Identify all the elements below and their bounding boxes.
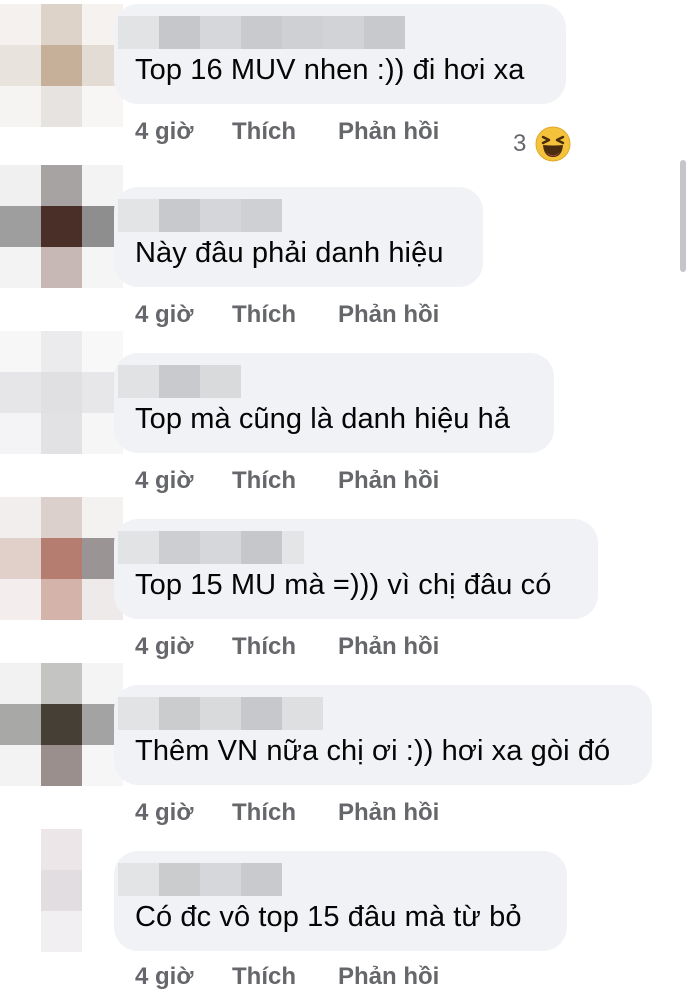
avatar[interactable] bbox=[0, 165, 123, 288]
avatar[interactable] bbox=[0, 4, 123, 127]
like-button[interactable]: Thích bbox=[232, 461, 296, 501]
reply-button[interactable]: Phản hồi bbox=[338, 461, 439, 501]
comment-bubble: Top 16 MUV nhen :)) đi hơi xa bbox=[114, 4, 566, 104]
comment-text: Có đc vô top 15 đâu mà từ bỏ bbox=[135, 901, 522, 933]
reaction-count: 3 bbox=[513, 130, 527, 157]
comment-time[interactable]: 4 giờ bbox=[135, 627, 193, 667]
reply-button[interactable]: Phản hồi bbox=[338, 793, 439, 833]
comment-bubble: Có đc vô top 15 đâu mà từ bỏ bbox=[114, 851, 567, 951]
haha-emoji-icon bbox=[535, 126, 571, 162]
avatar[interactable] bbox=[0, 829, 123, 952]
comment-text: Top mà cũng là danh hiệu hả bbox=[135, 403, 511, 435]
like-button[interactable]: Thích bbox=[232, 957, 296, 997]
commenter-name[interactable] bbox=[118, 863, 282, 896]
like-button[interactable]: Thích bbox=[232, 295, 296, 335]
comment-time[interactable]: 4 giờ bbox=[135, 957, 193, 997]
comment-text: Thêm VN nữa chị ơi :)) hơi xa gòi đó bbox=[135, 735, 611, 767]
comment-text: Top 15 MU mà =))) vì chị đâu có bbox=[135, 569, 552, 601]
reply-button[interactable]: Phản hồi bbox=[338, 295, 439, 335]
reply-button[interactable]: Phản hồi bbox=[338, 957, 439, 997]
like-button[interactable]: Thích bbox=[232, 112, 296, 152]
commenter-name[interactable] bbox=[118, 365, 241, 398]
commenter-name[interactable] bbox=[118, 697, 323, 730]
comment-time[interactable]: 4 giờ bbox=[135, 112, 193, 152]
comment-item: Thêm VN nữa chị ơi :)) hơi xa gòi đó 4 g… bbox=[0, 663, 689, 829]
comment-item: Top 15 MU mà =))) vì chị đâu có 4 giờ Th… bbox=[0, 497, 689, 663]
comment-time[interactable]: 4 giờ bbox=[135, 295, 193, 335]
comment-text: Này đâu phải danh hiệu bbox=[135, 237, 444, 269]
reply-button[interactable]: Phản hồi bbox=[338, 627, 439, 667]
commenter-name[interactable] bbox=[118, 199, 282, 232]
comment-time[interactable]: 4 giờ bbox=[135, 793, 193, 833]
comment-item: Này đâu phải danh hiệu 4 giờ Thích Phản … bbox=[0, 165, 689, 331]
commenter-name[interactable] bbox=[118, 16, 405, 49]
avatar[interactable] bbox=[0, 331, 123, 454]
like-button[interactable]: Thích bbox=[232, 793, 296, 833]
comment-time[interactable]: 4 giờ bbox=[135, 461, 193, 501]
scrollbar[interactable] bbox=[680, 160, 686, 272]
commenter-name[interactable] bbox=[118, 531, 304, 564]
comment-bubble: Này đâu phải danh hiệu bbox=[114, 187, 483, 287]
like-button[interactable]: Thích bbox=[232, 627, 296, 667]
comment-item: Top mà cũng là danh hiệu hả 4 giờ Thích … bbox=[0, 331, 689, 497]
reply-button[interactable]: Phản hồi bbox=[338, 112, 439, 152]
avatar[interactable] bbox=[0, 497, 123, 620]
avatar[interactable] bbox=[0, 663, 123, 786]
comment-text: Top 16 MUV nhen :)) đi hơi xa bbox=[135, 54, 525, 86]
comment-bubble: Top 15 MU mà =))) vì chị đâu có bbox=[114, 519, 598, 619]
comment-bubble: Thêm VN nữa chị ơi :)) hơi xa gòi đó bbox=[114, 685, 652, 785]
comment-item: Có đc vô top 15 đâu mà từ bỏ 4 giờ Thích… bbox=[0, 829, 689, 995]
comment-item: Top 16 MUV nhen :)) đi hơi xa 4 giờ Thíc… bbox=[0, 4, 689, 170]
comment-bubble: Top mà cũng là danh hiệu hả bbox=[114, 353, 554, 453]
